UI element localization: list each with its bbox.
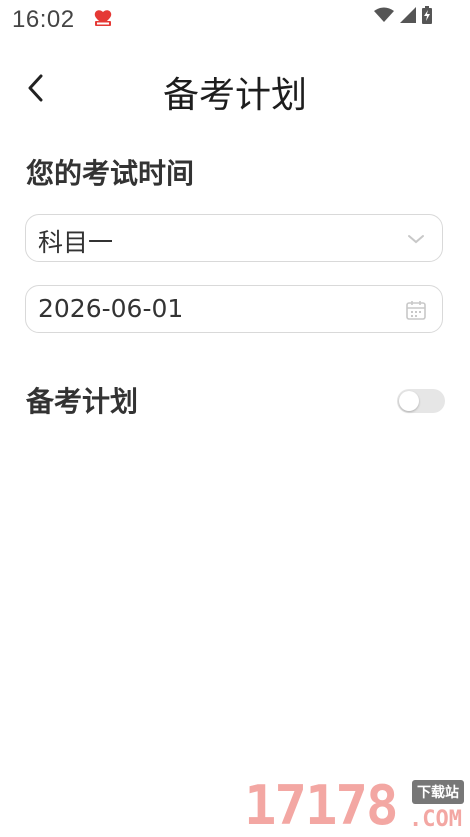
chevron-down-icon xyxy=(404,227,428,251)
study-plan-toggle[interactable] xyxy=(397,389,445,413)
watermark-domain: .COM xyxy=(409,807,462,832)
top-app-bar: 备考计划 xyxy=(0,58,470,122)
toggle-knob xyxy=(399,391,419,411)
page-title: 备考计划 xyxy=(0,66,470,118)
watermark-digits: 17178 xyxy=(244,778,397,834)
wifi-icon xyxy=(374,7,394,27)
exam-date-value: 2026-06-01 xyxy=(38,294,183,323)
subject-select[interactable]: 科目一 xyxy=(25,214,443,262)
app-notification-icon xyxy=(92,7,114,27)
exam-date-field[interactable]: 2026-06-01 xyxy=(25,285,443,333)
calendar-icon xyxy=(404,298,428,322)
subject-select-value: 科目一 xyxy=(38,223,113,259)
site-watermark: 17178 下载站 .COM xyxy=(244,776,466,834)
status-time: 16:02 xyxy=(12,6,75,34)
battery-charging-icon xyxy=(422,6,432,28)
status-bar: 16:02 xyxy=(0,0,470,40)
watermark-tag: 下载站 xyxy=(412,780,464,804)
exam-time-heading: 您的考试时间 xyxy=(26,152,194,192)
study-plan-heading: 备考计划 xyxy=(26,380,138,420)
status-icons xyxy=(374,8,432,26)
signal-icon xyxy=(400,7,416,27)
